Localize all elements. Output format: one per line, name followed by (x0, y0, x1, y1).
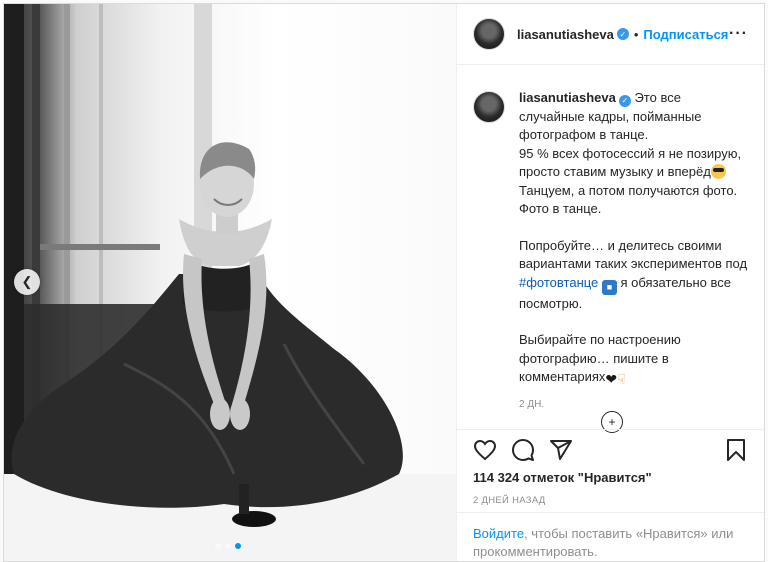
caption-line: Выбирайте по настроению фотографию… пиши… (519, 332, 681, 384)
verified-badge-icon: ✓ (618, 95, 631, 108)
heart-icon[interactable] (473, 438, 497, 462)
post-dialog: ❮ liasanutiasheva ✓ • Подписаться ··· li… (3, 3, 765, 562)
post-actions: 114 324 отметок "Нравится" 2 ДНЕЙ НАЗАД (457, 429, 764, 506)
caption-line: танце. (609, 127, 649, 142)
post-date: 2 ДНЕЙ НАЗАД (473, 495, 546, 506)
carousel-prev-button[interactable]: ❮ (14, 269, 40, 295)
login-prompt: Войдите, чтобы поставить «Нравится» или … (457, 512, 764, 561)
follow-button[interactable]: Подписаться (643, 27, 728, 42)
hashtag-link[interactable]: #фотовтанце (519, 275, 598, 290)
post-photo: ❮ (4, 4, 456, 561)
comments-area: liasanutiasheva ✓ Это все случайные кадры… (473, 89, 752, 429)
black-heart-emoji-icon: ❤ (605, 371, 618, 387)
carousel-dot (225, 543, 231, 549)
verified-badge-icon: ✓ (616, 28, 629, 40)
caption-line: Танцуем, а потом получаются фото. (519, 182, 738, 198)
caption-line: Попробуйте… и делитесь своими вариантами… (519, 237, 748, 272)
post-sidebar: liasanutiasheva ✓ • Подписаться ··· lias… (456, 4, 764, 561)
separator: • (633, 26, 639, 42)
more-options-icon[interactable]: ··· (729, 25, 748, 43)
caption-line: Фото в танце. (519, 201, 602, 216)
caption-username[interactable]: liasanutiasheva (519, 90, 616, 105)
caption: liasanutiasheva ✓ Это все случайные кадры… (473, 89, 752, 387)
paper-plane-icon[interactable] (549, 438, 573, 462)
caption-timestamp: 2 дн. (519, 398, 545, 410)
pointing-hand-emoji-icon: ☟ (617, 371, 626, 387)
comment-icon[interactable] (511, 438, 535, 462)
bookmark-icon[interactable] (724, 438, 748, 462)
username-link[interactable]: liasanutiasheva (517, 27, 614, 42)
carousel-dot (215, 543, 221, 549)
photo-illustration (4, 4, 456, 561)
carousel-indicator (215, 543, 241, 549)
blue-square-emoji-icon: ■ (601, 279, 617, 295)
chevron-left-icon: ❮ (21, 274, 33, 289)
caption-line: 95 % всех фотосессий я не позирую, (519, 145, 742, 161)
carousel-dot-active (235, 543, 241, 549)
login-link[interactable]: Войдите (473, 526, 524, 541)
caption-line: просто ставим музыку и вперёд (519, 164, 711, 179)
caption-text: liasanutiasheva ✓ Это все случайные кадры… (519, 89, 749, 387)
post-header: liasanutiasheva ✓ • Подписаться ··· (457, 4, 764, 65)
avatar[interactable] (473, 91, 505, 123)
likes-count[interactable]: 114 324 отметок "Нравится" (473, 470, 748, 485)
avatar[interactable] (473, 18, 505, 50)
sunglasses-emoji-icon (710, 164, 726, 179)
